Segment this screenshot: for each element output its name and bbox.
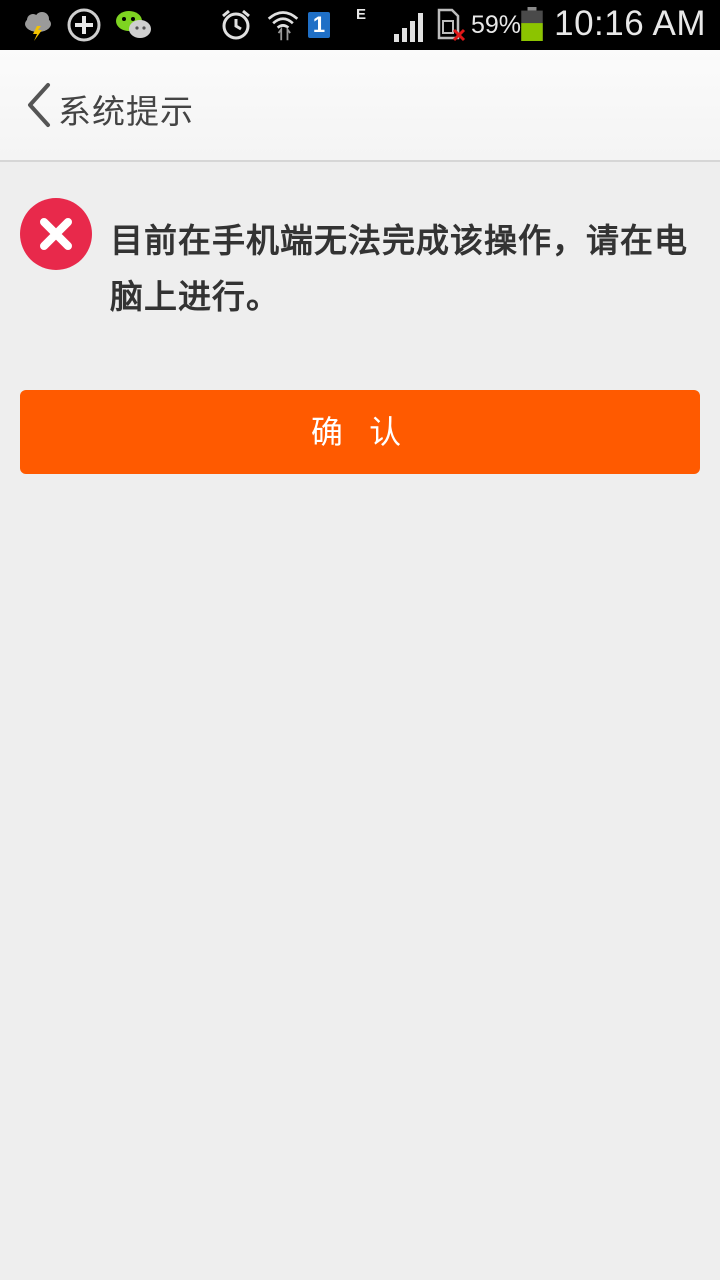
chevron-left-icon[interactable]: [22, 80, 62, 130]
header-bar: 系统提示: [0, 50, 720, 162]
clock: 10:16 AM: [554, 4, 706, 43]
sim-1-icon: 1: [308, 12, 330, 38]
battery-icon: [521, 7, 543, 41]
weather-storm-icon: [25, 12, 51, 41]
sim-no-card-icon: [437, 8, 466, 42]
error-x-icon: [20, 198, 92, 270]
page-title: 系统提示: [58, 92, 194, 131]
add-circle-icon: [67, 8, 101, 42]
signal-icon: [394, 13, 423, 42]
network-e-icon: E: [356, 6, 367, 23]
confirm-button[interactable]: 确 认: [20, 390, 700, 474]
wifi-icon: [267, 11, 299, 41]
battery-percent: 59%: [471, 11, 522, 39]
status-bar: 1 E 59% 10:16 AM: [0, 0, 720, 50]
alarm-icon: [222, 9, 250, 40]
wechat-icon: [116, 11, 151, 38]
error-message: 目前在手机端无法完成该操作，请在电脑上进行。: [110, 221, 688, 316]
